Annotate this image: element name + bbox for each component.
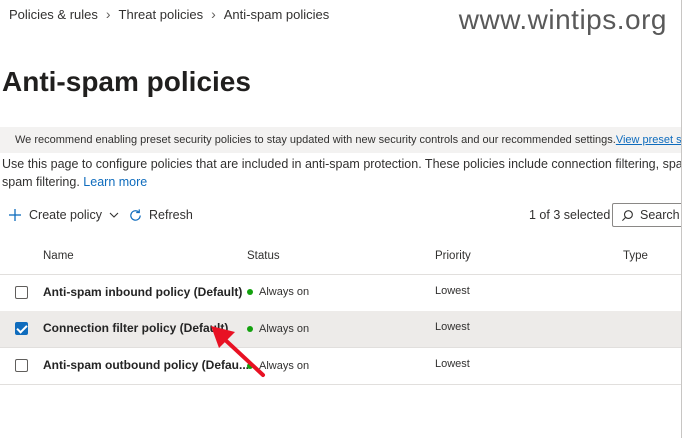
priority-cell: Lowest (435, 285, 470, 297)
breadcrumb-threat-policies[interactable]: Threat policies (119, 7, 204, 22)
column-header-status[interactable]: Status (247, 250, 280, 262)
description-line-1: Use this page to configure policies that… (2, 157, 682, 171)
page-title: Anti-spam policies (2, 66, 251, 97)
banner-text: We recommend enabling preset security po… (15, 134, 616, 146)
description-line-2: spam filtering. (2, 175, 80, 189)
selection-count: 1 of 3 selected (529, 208, 611, 222)
row-checkbox[interactable] (15, 359, 28, 372)
status-dot-icon (247, 289, 253, 295)
status-cell: Always on (247, 286, 309, 298)
priority-cell: Lowest (435, 321, 470, 333)
plus-icon (9, 209, 21, 221)
row-checkbox[interactable] (15, 322, 28, 335)
search-label: Search (640, 208, 680, 222)
toolbar: Create policy Refresh 1 of 3 selected Se… (0, 203, 682, 227)
table-header: Name Status Priority Type (0, 240, 682, 275)
create-policy-label: Create policy (29, 208, 102, 222)
view-preset-security-link[interactable]: View preset security (616, 134, 682, 146)
breadcrumb-policies-rules[interactable]: Policies & rules (9, 7, 98, 22)
table-row[interactable]: Anti-spam outbound policy (Defau... Alwa… (0, 348, 682, 385)
chevron-down-icon[interactable] (108, 209, 120, 221)
search-icon (621, 209, 633, 221)
create-policy-button[interactable]: Create policy (8, 204, 120, 226)
policy-name[interactable]: Anti-spam inbound policy (Default) (43, 285, 242, 299)
column-header-priority[interactable]: Priority (435, 250, 471, 262)
breadcrumb: Policies & rules › Threat policies › Ant… (9, 6, 329, 22)
annotation-arrow-icon (211, 326, 265, 377)
chevron-right-icon: › (105, 6, 111, 22)
column-header-type[interactable]: Type (623, 250, 648, 262)
page-description: Use this page to configure policies that… (2, 155, 682, 191)
policy-name[interactable]: Connection filter policy (Default) (43, 321, 228, 335)
row-checkbox[interactable] (15, 286, 28, 299)
refresh-button[interactable]: Refresh (128, 204, 193, 226)
priority-cell: Lowest (435, 358, 470, 370)
refresh-icon (130, 208, 141, 221)
watermark: www.wintips.org (458, 4, 667, 35)
search-box[interactable]: Search (612, 203, 682, 227)
breadcrumb-anti-spam-policies: Anti-spam policies (223, 6, 330, 22)
status-text: Always on (259, 286, 310, 298)
chevron-right-icon: › (211, 6, 216, 22)
table-row[interactable]: Anti-spam inbound policy (Default) Alway… (0, 275, 682, 312)
learn-more-link[interactable]: Learn more (83, 175, 147, 189)
table-row[interactable]: Connection filter policy (Default) Alway… (0, 311, 682, 348)
refresh-label: Refresh (149, 208, 193, 222)
recommendation-banner: We recommend enabling preset security po… (0, 127, 682, 153)
column-header-name[interactable]: Name (43, 250, 74, 262)
